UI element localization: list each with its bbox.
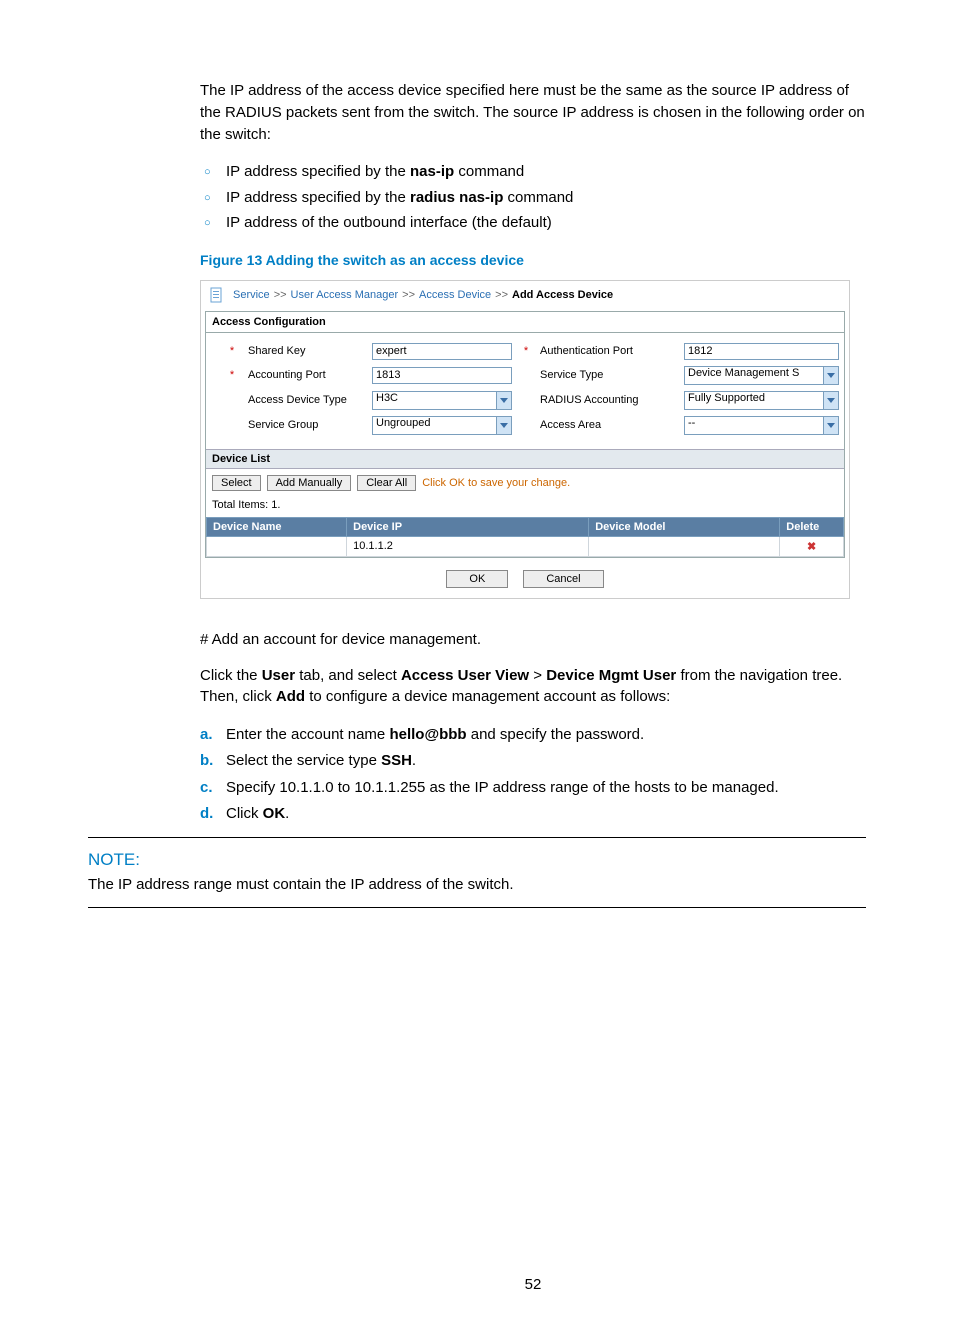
list-item: IP address specified by the radius nas-i… bbox=[200, 185, 866, 211]
auth-port-input[interactable] bbox=[684, 343, 839, 360]
device-table: Device Name Device IP Device Model Delet… bbox=[206, 517, 844, 557]
required-marker: * bbox=[220, 345, 244, 357]
service-type-select[interactable]: Device Management S bbox=[684, 366, 839, 385]
list-item: b.Select the service type SSH. bbox=[200, 748, 866, 774]
clear-all-button[interactable]: Clear All bbox=[357, 475, 416, 491]
divider bbox=[88, 837, 866, 838]
acct-port-label: Accounting Port bbox=[248, 369, 368, 381]
page-number: 52 bbox=[200, 916, 866, 1293]
access-config-panel: Access Configuration * Shared Key * Auth… bbox=[205, 311, 845, 558]
list-item: a.Enter the account name hello@bbb and s… bbox=[200, 722, 866, 748]
radius-acct-select[interactable]: Fully Supported bbox=[684, 391, 839, 410]
crumb-current: Add Access Device bbox=[512, 289, 613, 301]
list-item: IP address specified by the nas-ip comma… bbox=[200, 159, 866, 185]
col-device-model: Device Model bbox=[589, 517, 780, 536]
required-marker: * bbox=[220, 369, 244, 381]
note-body: The IP address range must contain the IP… bbox=[88, 874, 866, 899]
list-item: IP address of the outbound interface (th… bbox=[200, 210, 866, 236]
steps-list: a.Enter the account name hello@bbb and s… bbox=[200, 722, 866, 827]
note-title: NOTE: bbox=[88, 846, 866, 874]
radius-acct-label: RADIUS Accounting bbox=[540, 394, 680, 406]
auth-port-label: Authentication Port bbox=[540, 345, 680, 357]
intro-paragraph: The IP address of the access device spec… bbox=[200, 80, 866, 145]
chevron-down-icon[interactable] bbox=[823, 391, 839, 410]
divider bbox=[88, 907, 866, 908]
shared-key-label: Shared Key bbox=[248, 345, 368, 357]
service-type-label: Service Type bbox=[540, 369, 680, 381]
ok-button[interactable]: OK bbox=[446, 570, 508, 588]
crumb-sep: >> bbox=[402, 289, 415, 301]
crumb-service[interactable]: Service bbox=[233, 289, 270, 301]
chevron-down-icon[interactable] bbox=[823, 416, 839, 435]
list-item: d.Click OK. bbox=[200, 801, 866, 827]
crumb-uam[interactable]: User Access Manager bbox=[291, 289, 399, 301]
cell-device-ip: 10.1.1.2 bbox=[347, 536, 589, 556]
ip-order-list: IP address specified by the nas-ip comma… bbox=[200, 159, 866, 236]
chevron-down-icon[interactable] bbox=[496, 391, 512, 410]
access-dev-type-label: Access Device Type bbox=[248, 394, 368, 406]
add-manually-button[interactable]: Add Manually bbox=[267, 475, 352, 491]
crumb-sep: >> bbox=[274, 289, 287, 301]
breadcrumb: Service >> User Access Manager >> Access… bbox=[201, 281, 849, 309]
panel-title: Access Configuration bbox=[206, 312, 844, 333]
total-items: Total Items: 1. bbox=[206, 497, 844, 517]
chevron-down-icon[interactable] bbox=[496, 416, 512, 435]
access-area-label: Access Area bbox=[540, 419, 680, 431]
save-hint: Click OK to save your change. bbox=[422, 477, 570, 489]
select-button[interactable]: Select bbox=[212, 475, 261, 491]
acct-port-input[interactable] bbox=[372, 367, 512, 384]
crumb-access-device[interactable]: Access Device bbox=[419, 289, 491, 301]
service-group-select[interactable]: Ungrouped bbox=[372, 416, 512, 435]
col-device-ip: Device IP bbox=[347, 517, 589, 536]
device-list-title: Device List bbox=[206, 449, 844, 469]
add-account-line: # Add an account for device management. bbox=[200, 629, 866, 651]
col-delete: Delete bbox=[780, 517, 844, 536]
chevron-down-icon[interactable] bbox=[823, 366, 839, 385]
crumb-sep: >> bbox=[495, 289, 508, 301]
note-block: NOTE: The IP address range must contain … bbox=[88, 837, 866, 908]
delete-icon[interactable]: ✖ bbox=[807, 541, 816, 553]
required-marker: * bbox=[516, 345, 536, 357]
cancel-button[interactable]: Cancel bbox=[523, 570, 603, 588]
click-user-paragraph: Click the User tab, and select Access Us… bbox=[200, 665, 866, 709]
table-row: 10.1.1.2 ✖ bbox=[207, 536, 844, 556]
page-icon bbox=[209, 287, 225, 303]
shared-key-input[interactable] bbox=[372, 343, 512, 360]
list-item: c.Specify 10.1.1.0 to 10.1.1.255 as the … bbox=[200, 775, 866, 801]
access-dev-type-select[interactable]: H3C bbox=[372, 391, 512, 410]
figure-container: Service >> User Access Manager >> Access… bbox=[200, 280, 850, 599]
service-group-label: Service Group bbox=[248, 419, 368, 431]
figure-caption: Figure 13 Adding the switch as an access… bbox=[200, 252, 866, 268]
access-area-select[interactable]: -- bbox=[684, 416, 839, 435]
col-device-name: Device Name bbox=[207, 517, 347, 536]
